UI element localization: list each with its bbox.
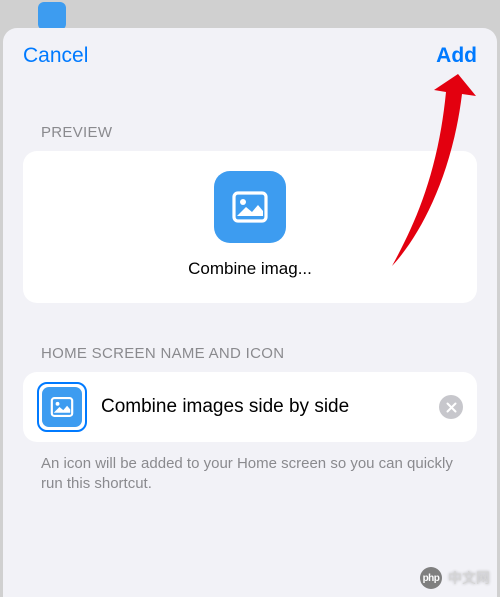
shortcut-icon (42, 387, 82, 427)
close-icon (446, 402, 457, 413)
watermark-text: 中文网 (448, 568, 490, 588)
background-app-icon (38, 2, 66, 30)
add-button[interactable]: Add (436, 44, 477, 68)
clear-text-button[interactable] (439, 395, 463, 419)
cancel-button[interactable]: Cancel (23, 44, 88, 68)
preview-app-name: Combine imag... (188, 259, 312, 279)
footer-description: An icon will be added to your Home scree… (3, 442, 497, 495)
preview-app-icon (214, 171, 286, 243)
icon-picker-button[interactable] (37, 382, 87, 432)
photo-icon (48, 393, 76, 421)
shortcut-name-input[interactable] (101, 396, 425, 418)
photo-icon (228, 185, 272, 229)
preview-section-label: PREVIEW (3, 124, 497, 141)
nav-bar: Cancel Add (3, 28, 497, 80)
name-and-icon-card (23, 372, 477, 442)
modal-sheet: Cancel Add PREVIEW Combine imag... HOME … (3, 28, 497, 597)
name-section-label: HOME SCREEN NAME AND ICON (3, 345, 497, 362)
preview-card: Combine imag... (23, 151, 477, 303)
watermark-logo: php (420, 567, 442, 589)
watermark: php 中文网 (420, 567, 490, 589)
